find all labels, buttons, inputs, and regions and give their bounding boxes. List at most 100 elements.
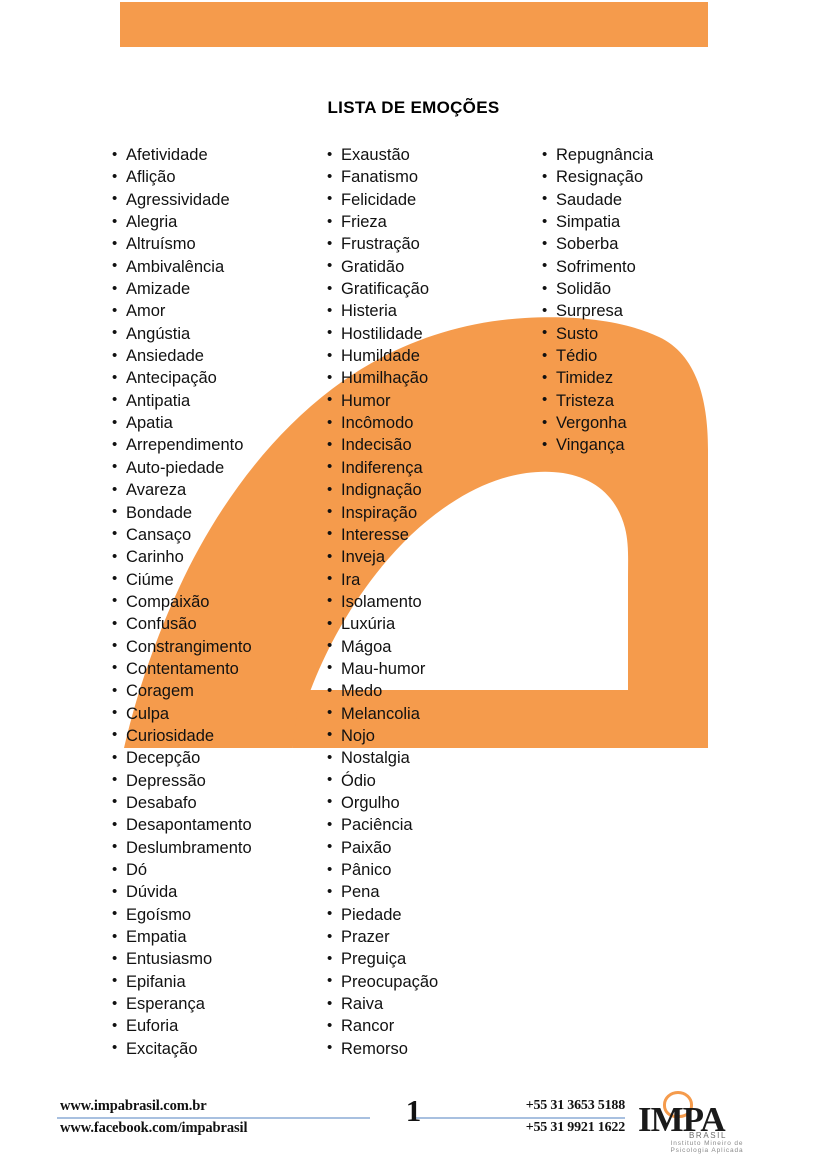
- list-item: Constrangimento: [112, 635, 327, 658]
- list-item: Raiva: [327, 993, 542, 1016]
- list-item: Afetividade: [112, 143, 327, 166]
- document-page: LISTA DE EMOÇÕES Afetividade Aflição Agr…: [0, 0, 827, 1169]
- list-item: Preguiça: [327, 948, 542, 971]
- list-item: Timidez: [542, 367, 757, 390]
- list-item: Compaixão: [112, 590, 327, 613]
- list-item: Nostalgia: [327, 747, 542, 770]
- list-item: Auto-piedade: [112, 456, 327, 479]
- list-item: Melancolia: [327, 702, 542, 725]
- page-title: LISTA DE EMOÇÕES: [327, 98, 500, 117]
- list-item: Isolamento: [327, 590, 542, 613]
- list-item: Piedade: [327, 903, 542, 926]
- logo-country-label: BRASIL: [689, 1131, 728, 1140]
- list-item: Curiosidade: [112, 724, 327, 747]
- emotions-column-2-list: Exaustão Fanatismo Felicidade Frieza Fru…: [327, 143, 542, 1060]
- list-item: Susto: [542, 322, 757, 345]
- phone-number-secondary: +55 31 9921 1622: [525, 1120, 625, 1135]
- list-item: Empatia: [112, 926, 327, 949]
- list-item: Humor: [327, 389, 542, 412]
- list-item: Repugnância: [542, 143, 757, 166]
- list-item: Deslumbramento: [112, 836, 327, 859]
- list-item: Nojo: [327, 724, 542, 747]
- list-item: Euforia: [112, 1015, 327, 1038]
- list-item: Alegria: [112, 211, 327, 234]
- list-item: Confusão: [112, 613, 327, 636]
- list-item: Depressão: [112, 769, 327, 792]
- list-item: Surpresa: [542, 300, 757, 323]
- list-item: Frieza: [327, 211, 542, 234]
- list-item: Orgulho: [327, 791, 542, 814]
- list-item: Excitação: [112, 1037, 327, 1060]
- list-item: Humilhação: [327, 367, 542, 390]
- list-item: Culpa: [112, 702, 327, 725]
- list-item: Entusiasmo: [112, 948, 327, 971]
- list-item: Desabafo: [112, 791, 327, 814]
- impa-logo: IMPA BRASIL Instituto Mineiro de Psicolo…: [638, 1090, 748, 1168]
- list-item: Ira: [327, 568, 542, 591]
- list-item: Ódio: [327, 769, 542, 792]
- emotions-list: Afetividade Aflição Agressividade Alegri…: [112, 143, 732, 1060]
- emotions-column-1: Afetividade Aflição Agressividade Alegri…: [112, 143, 327, 1060]
- page-footer: www.impabrasil.com.br www.facebook.com/i…: [0, 1074, 827, 1169]
- list-item: Resignação: [542, 166, 757, 189]
- list-item: Amizade: [112, 278, 327, 301]
- list-item: Inspiração: [327, 501, 542, 524]
- list-item: Cansaço: [112, 523, 327, 546]
- list-item: Agressividade: [112, 188, 327, 211]
- list-item: Gratificação: [327, 278, 542, 301]
- list-item: Altruísmo: [112, 233, 327, 256]
- list-item: Sofrimento: [542, 255, 757, 278]
- list-item: Preocupação: [327, 970, 542, 993]
- list-item: Indignação: [327, 479, 542, 502]
- list-item: Vingança: [542, 434, 757, 457]
- list-item: Arrependimento: [112, 434, 327, 457]
- list-item: Carinho: [112, 546, 327, 569]
- list-item: Paciência: [327, 814, 542, 837]
- list-item: Antecipação: [112, 367, 327, 390]
- list-item: Desapontamento: [112, 814, 327, 837]
- list-item: Vergonha: [542, 412, 757, 435]
- list-item: Prazer: [327, 926, 542, 949]
- list-item: Bondade: [112, 501, 327, 524]
- list-item: Indiferença: [327, 456, 542, 479]
- list-item: Rancor: [327, 1015, 542, 1038]
- list-item: Ambivalência: [112, 255, 327, 278]
- logo-tagline: Instituto Mineiro de Psicologia Aplicada: [670, 1140, 744, 1155]
- list-item: Saudade: [542, 188, 757, 211]
- list-item: Esperança: [112, 993, 327, 1016]
- list-item: Tristeza: [542, 389, 757, 412]
- list-item: Histeria: [327, 300, 542, 323]
- list-item: Ansiedade: [112, 345, 327, 368]
- list-item: Soberba: [542, 233, 757, 256]
- list-item: Egoísmo: [112, 903, 327, 926]
- list-item: Luxúria: [327, 613, 542, 636]
- list-item: Frustração: [327, 233, 542, 256]
- header-orange-bar: [120, 2, 708, 47]
- list-item: Incômodo: [327, 412, 542, 435]
- list-item: Gratidão: [327, 255, 542, 278]
- emotions-column-3: Repugnância Resignação Saudade Simpatia …: [542, 143, 757, 1060]
- list-item: Epifania: [112, 970, 327, 993]
- list-item: Hostilidade: [327, 322, 542, 345]
- list-item: Fanatismo: [327, 166, 542, 189]
- list-item: Angústia: [112, 322, 327, 345]
- list-item: Tédio: [542, 345, 757, 368]
- list-item: Simpatia: [542, 211, 757, 234]
- list-item: Contentamento: [112, 657, 327, 680]
- emotions-column-2: Exaustão Fanatismo Felicidade Frieza Fru…: [327, 143, 542, 1060]
- emotions-column-3-list: Repugnância Resignação Saudade Simpatia …: [542, 143, 757, 457]
- list-item: Dó: [112, 858, 327, 881]
- list-item: Mau-humor: [327, 657, 542, 680]
- list-item: Solidão: [542, 278, 757, 301]
- list-item: Pânico: [327, 858, 542, 881]
- list-item: Inveja: [327, 546, 542, 569]
- emotions-column-1-list: Afetividade Aflição Agressividade Alegri…: [112, 143, 327, 1060]
- list-item: Avareza: [112, 479, 327, 502]
- list-item: Remorso: [327, 1037, 542, 1060]
- phone-number-primary: +55 31 3653 5188: [525, 1098, 625, 1113]
- list-item: Apatia: [112, 412, 327, 435]
- list-item: Felicidade: [327, 188, 542, 211]
- list-item: Mágoa: [327, 635, 542, 658]
- list-item: Medo: [327, 680, 542, 703]
- list-item: Pena: [327, 881, 542, 904]
